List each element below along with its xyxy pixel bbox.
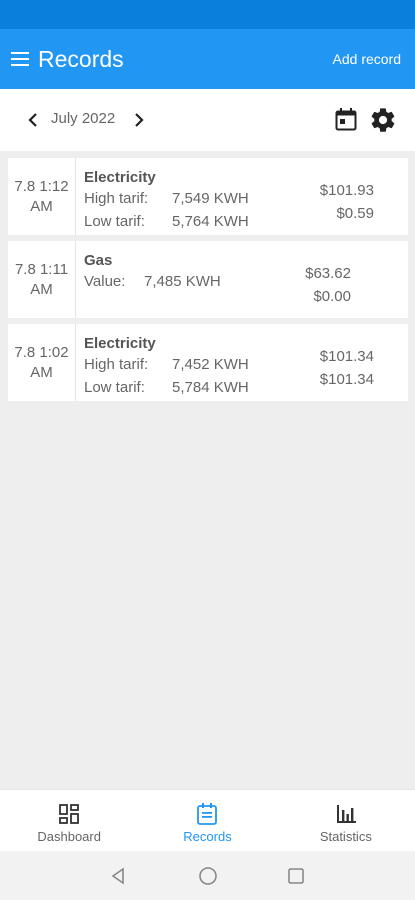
chevron-right-icon[interactable] — [128, 109, 150, 131]
price-value: $63.62 — [305, 265, 351, 282]
home-icon[interactable] — [198, 866, 218, 886]
nav-item-dashboard[interactable]: Dashboard — [0, 790, 138, 851]
records-list: 7.8 1:12 AM Electricity High tarif: 7,549 … — [8, 158, 408, 407]
nav-label-statistics: Statistics — [319, 829, 372, 844]
nav-item-statistics[interactable]: Statistics — [277, 790, 415, 851]
record-date: 7.8 1:02 AM — [8, 324, 76, 401]
record-prices: $101.34 $101.34 — [320, 345, 374, 391]
page-title: Records — [38, 45, 124, 72]
app-bar: Records Add record — [0, 29, 415, 89]
price-value: $0.59 — [336, 205, 374, 222]
dashboard-icon — [59, 804, 80, 824]
bottom-nav: Dashboard Records Statistics — [0, 789, 415, 851]
list-item[interactable]: 7.8 1:11 AM Gas Value: 7,485 KWH $63.62 $0… — [8, 241, 408, 318]
nav-label-dashboard: Dashboard — [37, 829, 101, 844]
add-record-button[interactable]: Add record — [333, 29, 401, 89]
month-toolbar: July 2022 — [0, 89, 415, 151]
recents-icon[interactable] — [286, 866, 306, 886]
calendar-icon[interactable] — [333, 106, 361, 134]
record-date: 7.8 1:12 AM — [8, 158, 76, 235]
system-nav-bar — [0, 851, 415, 900]
records-icon — [197, 803, 218, 825]
chevron-left-icon[interactable] — [22, 109, 44, 131]
price-value: $0.00 — [313, 288, 351, 305]
record-date: 7.8 1:11 AM — [8, 241, 76, 318]
record-prices: $101.93 $0.59 — [320, 179, 374, 225]
nav-item-records[interactable]: Records — [138, 790, 276, 851]
back-icon[interactable] — [108, 866, 128, 886]
record-line: Value: 7,485 KWH — [84, 273, 221, 290]
menu-icon[interactable] — [2, 29, 38, 89]
list-item[interactable]: 7.8 1:12 AM Electricity High tarif: 7,549 … — [8, 158, 408, 235]
record-prices: $63.62 $0.00 — [305, 262, 351, 308]
record-type: Gas — [84, 252, 113, 269]
list-item[interactable]: 7.8 1:02 AM Electricity High tarif: 7,452 … — [8, 324, 408, 401]
statistics-icon — [336, 805, 356, 823]
price-value: $101.93 — [319, 182, 374, 199]
gear-icon[interactable] — [369, 106, 397, 134]
price-value: $101.34 — [319, 371, 374, 388]
status-bar — [0, 0, 415, 29]
price-value: $101.34 — [319, 348, 374, 365]
nav-label-records: Records — [183, 829, 232, 844]
month-label: July 2022 — [51, 110, 116, 127]
